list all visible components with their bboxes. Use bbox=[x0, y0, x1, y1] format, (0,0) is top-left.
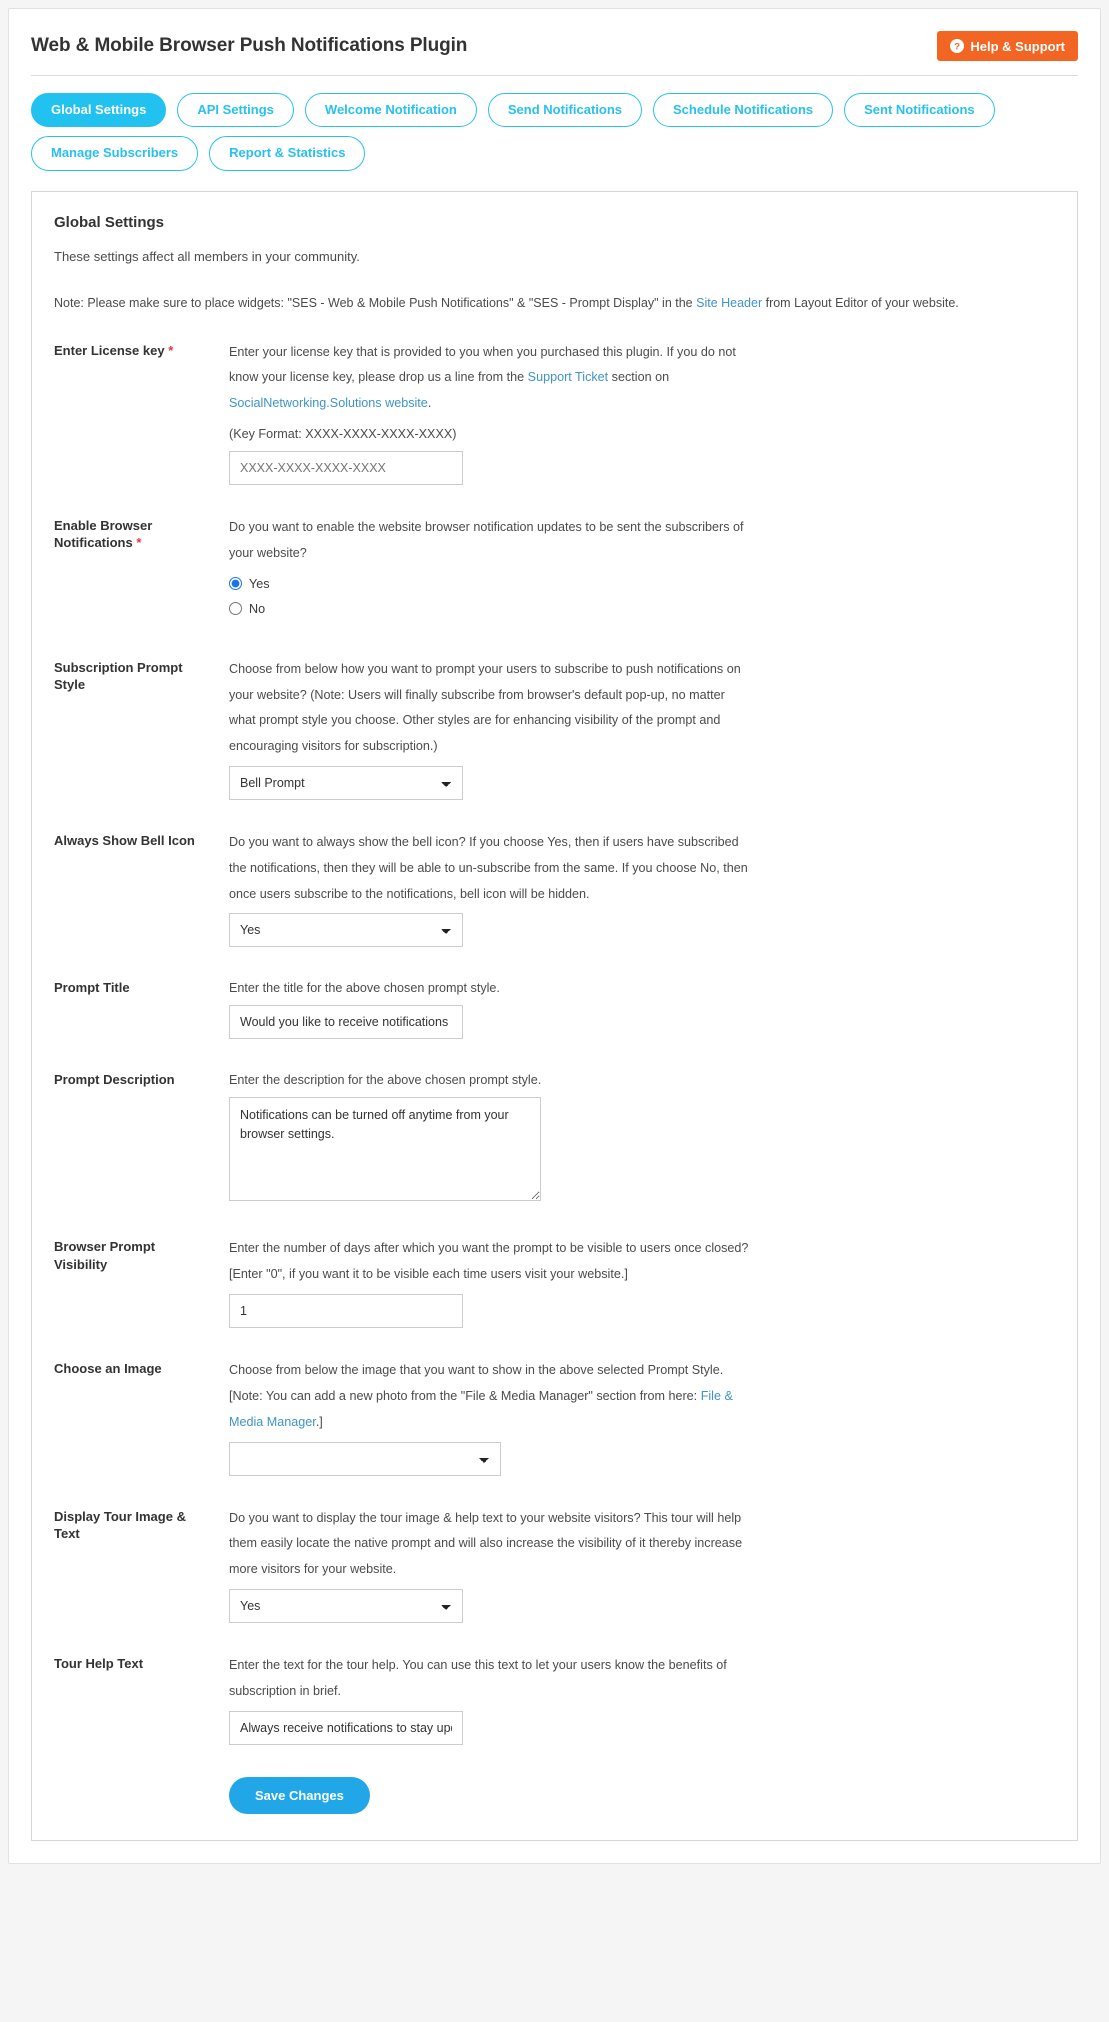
form-row-enable-browser-notifications: Enable Browser Notifications * Do you wa… bbox=[54, 515, 1055, 657]
label-license-key-text: Enter License key bbox=[54, 343, 165, 358]
field-license-key: Enter your license key that is provided … bbox=[209, 340, 1055, 485]
socialnetworking-solutions-link[interactable]: SocialNetworking.Solutions website bbox=[229, 396, 428, 410]
desc-license-key-part3: . bbox=[428, 396, 432, 410]
tour-help-text-input[interactable] bbox=[229, 1711, 463, 1745]
label-prompt-title: Prompt Title bbox=[54, 977, 209, 996]
panel-note-suffix: from Layout Editor of your website. bbox=[762, 296, 959, 310]
form-row-license-key: Enter License key * Enter your license k… bbox=[54, 340, 1055, 515]
field-choose-an-image: Choose from below the image that you wan… bbox=[209, 1358, 1055, 1475]
form-row-prompt-title: Prompt Title Enter the title for the abo… bbox=[54, 977, 1055, 1069]
field-prompt-title: Enter the title for the above chosen pro… bbox=[209, 977, 1055, 1039]
choose-an-image-select[interactable] bbox=[229, 1442, 501, 1476]
subscription-prompt-style-select[interactable]: Bell Prompt bbox=[229, 766, 463, 800]
desc-choose-an-image-part2: .] bbox=[316, 1415, 323, 1429]
desc-prompt-description: Enter the description for the above chos… bbox=[229, 1069, 749, 1091]
desc-license-key-format: (Key Format: XXXX-XXXX-XXXX-XXXX) bbox=[229, 423, 749, 445]
radio-enable-yes[interactable] bbox=[229, 577, 242, 590]
desc-browser-prompt-visibility: Enter the number of days after which you… bbox=[229, 1236, 749, 1288]
form-row-tour-help-text: Tour Help Text Enter the text for the to… bbox=[54, 1653, 1055, 1775]
radio-enable-no-label[interactable]: No bbox=[249, 602, 265, 616]
label-enable-browser-notifications: Enable Browser Notifications * bbox=[54, 515, 209, 551]
field-enable-browser-notifications: Do you want to enable the website browse… bbox=[209, 515, 1055, 627]
panel-title: Global Settings bbox=[54, 214, 1055, 231]
license-key-input[interactable] bbox=[229, 451, 463, 485]
tab-report-and-statistics[interactable]: Report & Statistics bbox=[209, 136, 365, 170]
label-display-tour-image-text: Display Tour Image & Text bbox=[54, 1506, 209, 1542]
desc-prompt-title: Enter the title for the above chosen pro… bbox=[229, 977, 749, 999]
prompt-description-textarea[interactable]: Notifications can be turned off anytime … bbox=[229, 1097, 541, 1201]
save-row: Save Changes bbox=[54, 1775, 1055, 1814]
support-ticket-link[interactable]: Support Ticket bbox=[528, 370, 609, 384]
desc-license-key: Enter your license key that is provided … bbox=[229, 340, 749, 417]
desc-choose-an-image: Choose from below the image that you wan… bbox=[229, 1358, 749, 1435]
radio-enable-yes-label[interactable]: Yes bbox=[249, 577, 270, 591]
field-browser-prompt-visibility: Enter the number of days after which you… bbox=[209, 1236, 1055, 1328]
app-container: Web & Mobile Browser Push Notifications … bbox=[8, 8, 1101, 1864]
browser-prompt-visibility-input[interactable] bbox=[229, 1294, 463, 1328]
desc-tour-help-text: Enter the text for the tour help. You ca… bbox=[229, 1653, 749, 1705]
svg-text:?: ? bbox=[954, 42, 960, 53]
field-prompt-description: Enter the description for the above chos… bbox=[209, 1069, 1055, 1206]
desc-enable-browser-notifications: Do you want to enable the website browse… bbox=[229, 515, 749, 567]
panel-description: These settings affect all members in you… bbox=[54, 249, 1055, 264]
site-header-link[interactable]: Site Header bbox=[696, 296, 762, 310]
help-and-support-button[interactable]: ? Help & Support bbox=[937, 31, 1078, 61]
desc-display-tour-image-text: Do you want to display the tour image & … bbox=[229, 1506, 749, 1583]
global-settings-panel: Global Settings These settings affect al… bbox=[31, 191, 1078, 1841]
display-tour-image-text-select[interactable]: Yes bbox=[229, 1589, 463, 1623]
page-title: Web & Mobile Browser Push Notifications … bbox=[31, 35, 467, 57]
desc-always-show-bell-icon: Do you want to always show the bell icon… bbox=[229, 830, 749, 907]
tab-schedule-notifications[interactable]: Schedule Notifications bbox=[653, 93, 833, 127]
save-spacer bbox=[54, 1777, 209, 1814]
tab-manage-subscribers[interactable]: Manage Subscribers bbox=[31, 136, 198, 170]
label-subscription-prompt-style: Subscription Prompt Style bbox=[54, 657, 209, 693]
help-and-support-label: Help & Support bbox=[970, 40, 1065, 53]
page-background: Web & Mobile Browser Push Notifications … bbox=[0, 0, 1109, 2022]
prompt-title-input[interactable] bbox=[229, 1005, 463, 1039]
desc-license-key-part2: section on bbox=[608, 370, 669, 384]
form-row-choose-an-image: Choose an Image Choose from below the im… bbox=[54, 1358, 1055, 1505]
tab-api-settings[interactable]: API Settings bbox=[177, 93, 294, 127]
radio-option-yes[interactable]: Yes bbox=[229, 577, 1055, 591]
radio-enable-no[interactable] bbox=[229, 602, 242, 615]
form-row-prompt-description: Prompt Description Enter the description… bbox=[54, 1069, 1055, 1236]
tab-global-settings[interactable]: Global Settings bbox=[31, 93, 166, 127]
field-always-show-bell-icon: Do you want to always show the bell icon… bbox=[209, 830, 1055, 947]
label-always-show-bell-icon: Always Show Bell Icon bbox=[54, 830, 209, 849]
label-tour-help-text: Tour Help Text bbox=[54, 1653, 209, 1672]
form-row-subscription-prompt-style: Subscription Prompt Style Choose from be… bbox=[54, 657, 1055, 830]
form-row-browser-prompt-visibility: Browser Prompt Visibility Enter the numb… bbox=[54, 1236, 1055, 1358]
tab-bar: Global Settings API Settings Welcome Not… bbox=[31, 76, 1078, 171]
tab-welcome-notification[interactable]: Welcome Notification bbox=[305, 93, 477, 127]
tab-sent-notifications[interactable]: Sent Notifications bbox=[844, 93, 995, 127]
panel-note-prefix: Note: Please make sure to place widgets:… bbox=[54, 296, 696, 310]
field-tour-help-text: Enter the text for the tour help. You ca… bbox=[209, 1653, 1055, 1745]
radio-option-no[interactable]: No bbox=[229, 602, 1055, 616]
field-subscription-prompt-style: Choose from below how you want to prompt… bbox=[209, 657, 1055, 800]
label-browser-prompt-visibility: Browser Prompt Visibility bbox=[54, 1236, 209, 1272]
save-changes-button[interactable]: Save Changes bbox=[229, 1777, 370, 1814]
field-display-tour-image-text: Do you want to display the tour image & … bbox=[209, 1506, 1055, 1623]
label-choose-an-image: Choose an Image bbox=[54, 1358, 209, 1377]
required-asterisk: * bbox=[168, 343, 173, 358]
label-license-key: Enter License key * bbox=[54, 340, 209, 359]
form-row-always-show-bell-icon: Always Show Bell Icon Do you want to alw… bbox=[54, 830, 1055, 977]
panel-note: Note: Please make sure to place widgets:… bbox=[54, 296, 1055, 310]
form-row-display-tour-image-text: Display Tour Image & Text Do you want to… bbox=[54, 1506, 1055, 1653]
required-asterisk: * bbox=[136, 535, 141, 550]
save-field: Save Changes bbox=[209, 1777, 370, 1814]
app-header: Web & Mobile Browser Push Notifications … bbox=[31, 27, 1078, 76]
always-show-bell-icon-select[interactable]: Yes bbox=[229, 913, 463, 947]
radio-group-enable-browser-notifications: Yes No bbox=[229, 577, 1055, 616]
label-prompt-description: Prompt Description bbox=[54, 1069, 209, 1088]
tab-send-notifications[interactable]: Send Notifications bbox=[488, 93, 642, 127]
desc-choose-an-image-part1: Choose from below the image that you wan… bbox=[229, 1363, 723, 1403]
desc-subscription-prompt-style: Choose from below how you want to prompt… bbox=[229, 657, 749, 760]
question-circle-icon: ? bbox=[950, 39, 964, 53]
